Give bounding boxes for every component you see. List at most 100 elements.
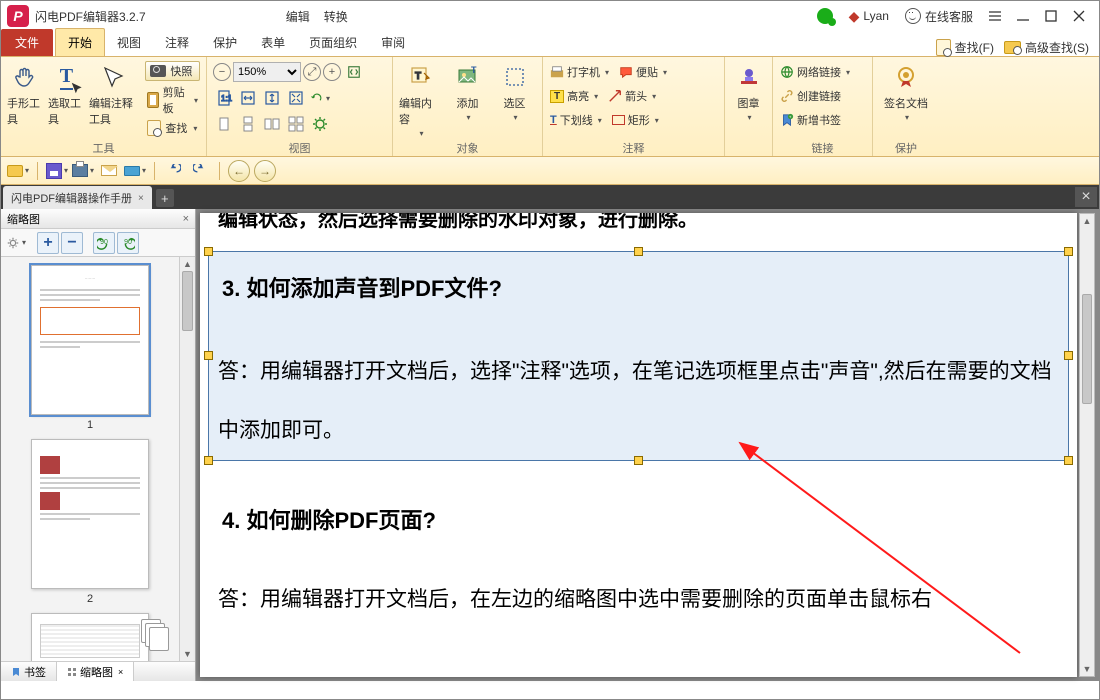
printer-icon [72,164,88,177]
typewriter-button[interactable]: 打字机 [549,61,610,83]
tab-pageorg[interactable]: 页面组织 [297,29,369,56]
view-fitwidth[interactable] [237,87,259,109]
tab-comment[interactable]: 注释 [153,29,201,56]
weblink-button[interactable]: 网络链接 [779,61,851,83]
zoom-in[interactable]: + [323,63,341,81]
stamp-button[interactable]: 图章 [731,61,766,122]
zoom-fitpage[interactable] [343,61,365,83]
close-tab-icon[interactable]: × [138,193,144,204]
title-menu: 编辑 转换 [286,8,348,25]
thumb-scrollbar[interactable]: ▲▼ [179,257,195,661]
tab-form[interactable]: 表单 [249,29,297,56]
open-button[interactable] [7,161,29,181]
sticky-button[interactable]: 便贴 [618,61,668,83]
find-link[interactable]: 查找(F) [936,39,994,56]
highlight-button[interactable]: T高亮 [549,85,599,107]
layout-options[interactable] [309,113,331,135]
createlink-button[interactable]: 创建链接 [779,85,842,107]
handle-tl[interactable] [204,247,213,256]
user-label[interactable]: ◆Lyan [849,8,889,25]
zoom-actual[interactable]: ⤢ [303,63,321,81]
handle-br[interactable] [1064,456,1073,465]
handle-bl[interactable] [204,456,213,465]
tab-file[interactable]: 文件 [1,29,53,56]
thumb-options[interactable] [5,232,27,254]
thumbnails-list[interactable]: ········ 1 2 3 [1,257,179,661]
page-scrollbar[interactable]: ▲▼ [1079,213,1095,677]
addbookmark-button[interactable]: +新增书签 [779,109,842,131]
layout-facingcont[interactable] [285,113,307,135]
thumb-2[interactable]: 2 [31,439,149,605]
arrow-button[interactable]: 箭头 [607,85,657,107]
selection-tool[interactable]: 选区 [493,61,536,122]
view-fit[interactable] [285,87,307,109]
view-single[interactable]: 1:1 [213,87,235,109]
tab-view[interactable]: 视图 [105,29,153,56]
doc-tab-active[interactable]: 闪电PDF编辑器操作手册× [3,186,152,209]
close-all-tabs[interactable]: × [1075,187,1097,207]
rect-button[interactable]: 矩形 [611,109,660,131]
app-title: 闪电PDF编辑器3.2.7 [35,8,146,25]
underline-button[interactable]: T下划线 [549,109,603,131]
sidetab-bookmarks[interactable]: 书签 [1,662,57,681]
handle-tm[interactable] [634,247,643,256]
thumbnails-header: 缩略图× [1,209,195,229]
edit-content[interactable]: T 编辑内容 [399,61,442,138]
view-fitheight[interactable] [261,87,283,109]
print-button[interactable] [72,161,94,181]
ribbon-tabs: 文件 开始 视图 注释 保护 表单 页面组织 审阅 查找(F) 高级查找(S) [1,31,1099,57]
document-view: 编辑状态，然后选择需要删除的水印对象，进行删除。 3. 如何添加声音到PDF文件… [196,209,1099,681]
mail-button[interactable] [98,161,120,181]
advfind-link[interactable]: 高级查找(S) [1004,39,1089,56]
thumb-zoomout[interactable]: − [61,232,83,254]
edit-comment-tool[interactable]: 编辑注释工具 [89,61,139,127]
save-button[interactable] [46,161,68,181]
layout-single[interactable] [213,113,235,135]
hand-tool[interactable]: 手形工具 [7,61,44,127]
close-button[interactable] [1065,2,1093,30]
online-service[interactable]: 在线客服 [905,8,973,25]
nav-fwd[interactable]: → [254,160,276,182]
add-object[interactable]: T 添加 [446,61,489,122]
thumb-rotcw[interactable]: 90 [117,232,139,254]
page-canvas[interactable]: 编辑状态，然后选择需要删除的水印对象，进行删除。 3. 如何添加声音到PDF文件… [200,213,1077,677]
zoom-out[interactable]: − [213,63,231,81]
group-view: − 150% ⤢ + 1:1 视图 [207,57,393,156]
layout-facing[interactable] [261,113,283,135]
undo-button[interactable] [163,161,185,181]
panel-close-icon[interactable]: × [183,213,189,225]
thumb-3[interactable]: 3 [31,613,149,661]
menu-convert[interactable]: 转换 [324,8,348,25]
thumb-rotccw[interactable]: 90 [93,232,115,254]
select-tool[interactable]: T 选取工具 [48,61,85,127]
find-button[interactable]: 查找 [145,119,200,137]
copies-icon[interactable] [141,619,167,649]
mail-icon [101,165,117,176]
sidetab-thumbnails[interactable]: 缩略图× [57,662,134,681]
svg-text:1:1: 1:1 [221,94,233,103]
rotate-view[interactable] [309,87,331,109]
minimize-button[interactable] [1009,2,1037,30]
tab-start[interactable]: 开始 [55,28,105,56]
wechat-status[interactable] [817,8,833,24]
snapshot-button[interactable]: 快照 [145,61,200,81]
thumb-zoomin[interactable]: + [37,232,59,254]
sign-doc-button[interactable]: 签名文档 [879,61,933,122]
text-fragment-top: 编辑状态，然后选择需要删除的水印对象，进行删除。 [218,213,1059,232]
redo-button[interactable] [189,161,211,181]
thumb-1[interactable]: ········ 1 [31,265,149,431]
handle-tr[interactable] [1064,247,1073,256]
hamburger-button[interactable] [981,2,1009,30]
layout-cont[interactable] [237,113,259,135]
scan-button[interactable] [124,161,146,181]
clipboard-button[interactable]: 剪贴板 [145,83,200,117]
add-tab-button[interactable]: + [156,189,174,207]
handle-ml[interactable] [204,351,213,360]
nav-back[interactable]: ← [228,160,250,182]
tab-review[interactable]: 审阅 [369,29,417,56]
maximize-button[interactable] [1037,2,1065,30]
menu-edit[interactable]: 编辑 [286,8,310,25]
tab-protect[interactable]: 保护 [201,29,249,56]
zoom-select[interactable]: 150% [233,62,301,82]
handle-mr[interactable] [1064,351,1073,360]
